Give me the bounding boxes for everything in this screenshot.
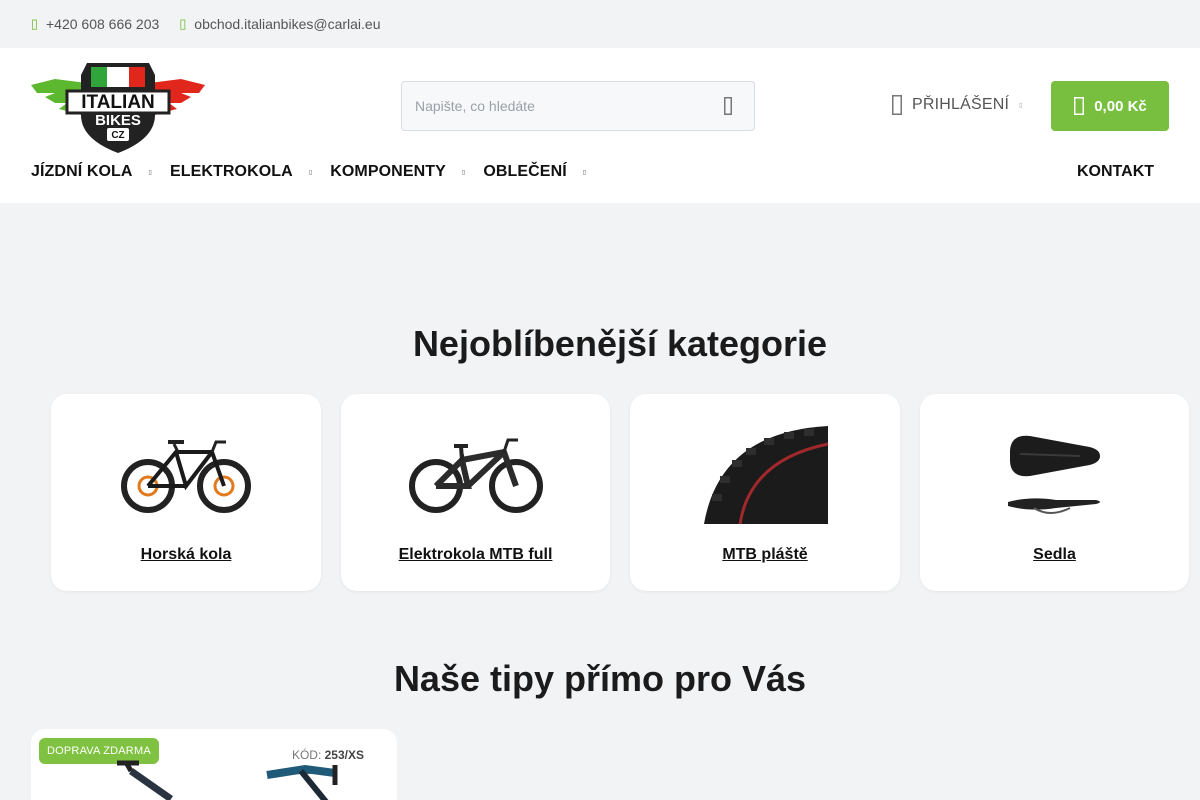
search-icon[interactable]	[720, 96, 736, 116]
bag-icon	[1074, 97, 1085, 115]
mail-icon: ▯	[179, 16, 187, 31]
nav-item-kontakt[interactable]: KONTAKT	[1077, 160, 1154, 184]
logo-line3: CZ	[111, 130, 124, 141]
chevron-down-icon: ▯	[461, 169, 466, 176]
category-card[interactable]: Sedla	[920, 394, 1189, 591]
nav-item-elektrokola[interactable]: ELEKTROKOLA ▯	[170, 163, 312, 181]
nav-item-komponenty[interactable]: KOMPONENTY ▯	[330, 163, 465, 181]
nav-item-jizdni-kola[interactable]: JÍZDNÍ KOLA ▯	[31, 163, 152, 181]
search-input[interactable]	[402, 82, 702, 130]
login-label[interactable]: PŘIHLÁŠENÍ	[912, 96, 1009, 114]
search-box	[401, 81, 755, 131]
category-label[interactable]: Horská kola	[51, 546, 321, 564]
category-card[interactable]: Elektrokola MTB full	[341, 394, 610, 591]
cart-button[interactable]: 0,00 Kč	[1051, 81, 1169, 131]
email-address[interactable]: obchod.italianbikes@carlai.eu	[194, 16, 380, 32]
category-label[interactable]: MTB pláště	[630, 546, 900, 564]
tire-image[interactable]	[695, 424, 835, 524]
category-card[interactable]: MTB pláště	[630, 394, 900, 591]
phone-number[interactable]: +420 608 666 203	[46, 16, 159, 32]
logo-line1: ITALIAN	[81, 92, 155, 113]
site-logo[interactable]: ITALIAN BIKES CZ	[31, 57, 205, 155]
phone-icon: ▯	[30, 16, 39, 31]
nav-item-label[interactable]: OBLEČENÍ	[483, 163, 566, 181]
categories-title: Nejoblíbenější kategorie	[412, 323, 828, 364]
cart-total: 0,00 Kč	[1094, 97, 1147, 115]
nav-item-label[interactable]: KOMPONENTY	[330, 163, 446, 181]
category-label[interactable]: Elektrokola MTB full	[341, 546, 610, 564]
chevron-down-icon: ▯	[1019, 102, 1023, 109]
phone-contact[interactable]: ▯ +420 608 666 203	[31, 16, 159, 32]
email-contact[interactable]: ▯ obchod.italianbikes@carlai.eu	[179, 16, 380, 32]
user-icon	[892, 95, 902, 115]
site-header: ITALIAN BIKES CZ PŘIHLÁŠENÍ ▯ 0,00 Kč JÍ…	[0, 48, 1200, 203]
road-bike-image[interactable]	[91, 759, 381, 800]
chevron-down-icon: ▯	[582, 169, 587, 176]
product-card[interactable]: DOPRAVA ZDARMA KÓD: 253/XS	[31, 729, 397, 800]
category-label[interactable]: Sedla	[920, 546, 1189, 564]
chevron-down-icon: ▯	[308, 169, 313, 176]
category-card[interactable]: Horská kola	[51, 394, 321, 591]
category-list: Horská kola Elektrokola MTB full MTB plá…	[51, 394, 1189, 591]
tips-title: Naše tipy přímo pro Vás	[393, 658, 807, 699]
nav-item-label[interactable]: ELEKTROKOLA	[170, 163, 293, 181]
mountain-bike-image[interactable]	[116, 424, 256, 524]
nav-item-label[interactable]: JÍZDNÍ KOLA	[31, 163, 133, 181]
saddle-image[interactable]	[985, 424, 1125, 524]
e-mtb-image[interactable]	[406, 424, 546, 524]
nav-item-obleceni[interactable]: OBLEČENÍ ▯	[483, 163, 586, 181]
top-contact-bar: ▯ +420 608 666 203 ▯ obchod.italianbikes…	[0, 0, 1200, 48]
main-nav: JÍZDNÍ KOLA ▯ ELEKTROKOLA ▯ KOMPONENTY ▯…	[31, 160, 604, 184]
logo-line2: BIKES	[95, 112, 141, 129]
chevron-down-icon: ▯	[148, 169, 152, 176]
login-link[interactable]: PŘIHLÁŠENÍ ▯	[891, 95, 1023, 115]
